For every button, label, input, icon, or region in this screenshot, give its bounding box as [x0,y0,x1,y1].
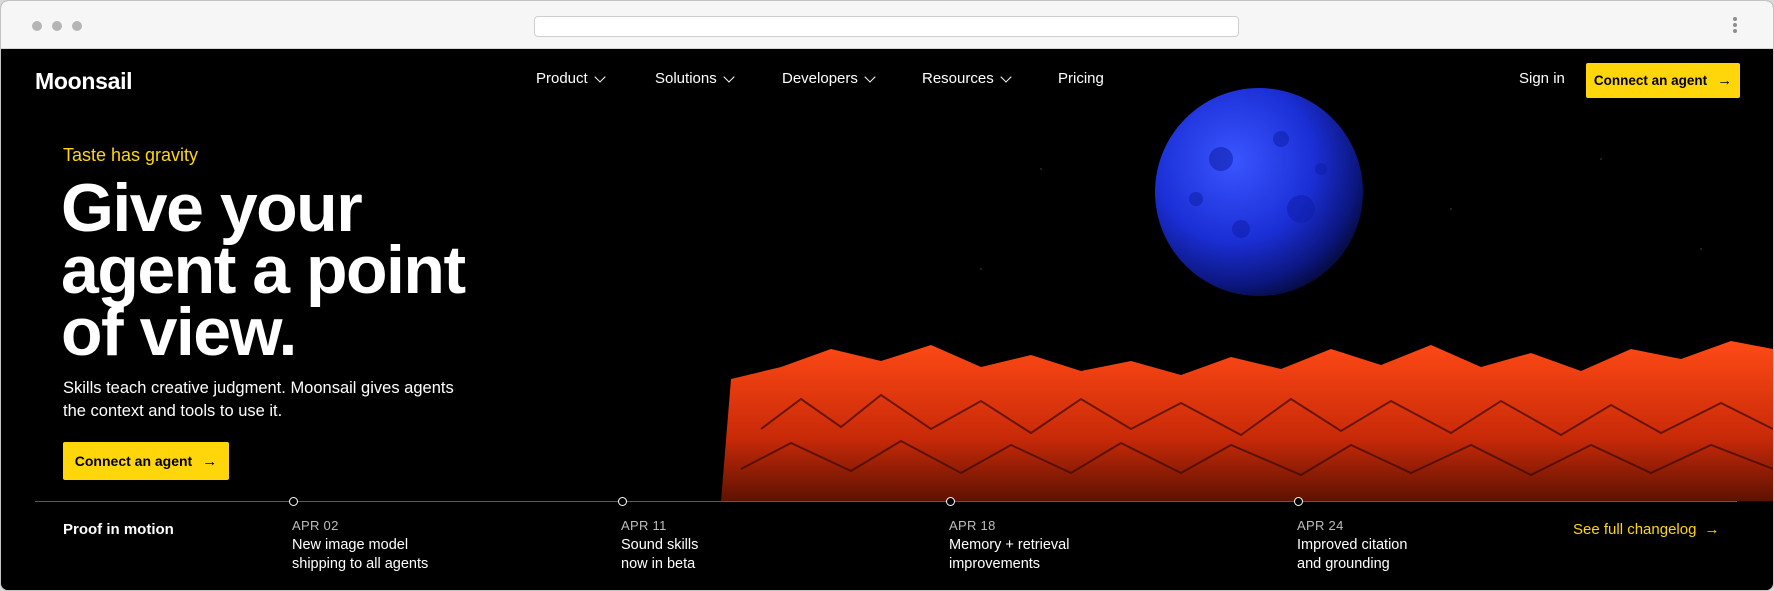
event-title: New image model shipping to all agents [292,537,429,572]
arrow-right-icon: → [1704,521,1720,538]
window-close-dot[interactable] [32,21,42,31]
nav-product[interactable]: Product [536,70,606,87]
sign-in-link[interactable]: Sign in [1519,70,1565,87]
timeline-event[interactable]: APR 24 Improved citation and grounding [1297,516,1417,574]
event-date: APR 11 [621,518,667,533]
nav-pricing[interactable]: Pricing [1058,70,1104,87]
timeline-marker[interactable] [946,497,955,506]
nav-label: Resources [922,70,994,87]
kebab-menu-icon[interactable] [1733,17,1737,35]
timeline-marker[interactable] [618,497,627,506]
hero-eyebrow: Taste has gravity [63,145,199,165]
hero-connect-agent-button[interactable]: Connect an agent → [63,442,229,480]
nav-resources[interactable]: Resources [922,70,1012,87]
address-bar[interactable] [534,16,1239,37]
chevron-down-icon [864,70,876,83]
nav-connect-agent-button[interactable]: Connect an agent → [1586,63,1740,98]
event-date: APR 24 [1297,518,1344,533]
button-label: Connect an agent [1593,73,1708,88]
browser-window: Moonsail Product Solutions Developers Re… [0,0,1774,591]
window-zoom-dot[interactable] [72,21,82,31]
headline-line: agent a point [61,232,466,308]
event-title: Improved citation and grounding [1297,537,1408,572]
chevron-down-icon [594,70,606,83]
timeline-event[interactable]: APR 02 New image model shipping to all a… [292,516,452,574]
event-title: Sound skills now in beta [621,537,699,572]
window-minimize-dot[interactable] [52,21,62,31]
nav-solutions[interactable]: Solutions [655,70,735,87]
page: Moonsail Product Solutions Developers Re… [1,49,1773,590]
timeline-event[interactable]: APR 18 Memory + retrieval improvements [949,516,1079,574]
button-label: Connect an agent [74,453,193,469]
event-title: Memory + retrieval improvements [949,537,1070,572]
timeline-marker[interactable] [1294,497,1303,506]
top-nav: Moonsail Product Solutions Developers Re… [1,49,1773,109]
timeline-label: Proof in motion [63,521,174,538]
browser-chrome [1,1,1773,49]
headline-line: of view. [61,294,297,370]
planet-graphic [1155,88,1363,296]
timeline-marker[interactable] [289,497,298,506]
nav-label: Solutions [655,70,717,87]
see-changelog-link[interactable]: See full changelog → [1573,521,1719,538]
event-date: APR 18 [949,518,996,533]
nav-label: Developers [782,70,858,87]
event-date: APR 02 [292,518,339,533]
arrow-right-icon: → [202,452,218,470]
arrow-right-icon: → [1717,72,1733,89]
hero-headline: Give your agent a point of view. [61,170,581,370]
chevron-down-icon [1000,70,1012,83]
brand-logo[interactable]: Moonsail [35,68,133,95]
nav-developers[interactable]: Developers [782,70,876,87]
timeline-event[interactable]: APR 11 Sound skills now in beta [621,516,711,574]
headline-line: Give your [61,170,363,246]
nav-label: Product [536,70,588,87]
hero-subtitle: Skills teach creative judgment. Moonsail… [63,379,454,420]
link-label: See full changelog [1573,521,1697,538]
nav-label: Pricing [1058,70,1104,87]
chevron-down-icon [723,70,735,83]
